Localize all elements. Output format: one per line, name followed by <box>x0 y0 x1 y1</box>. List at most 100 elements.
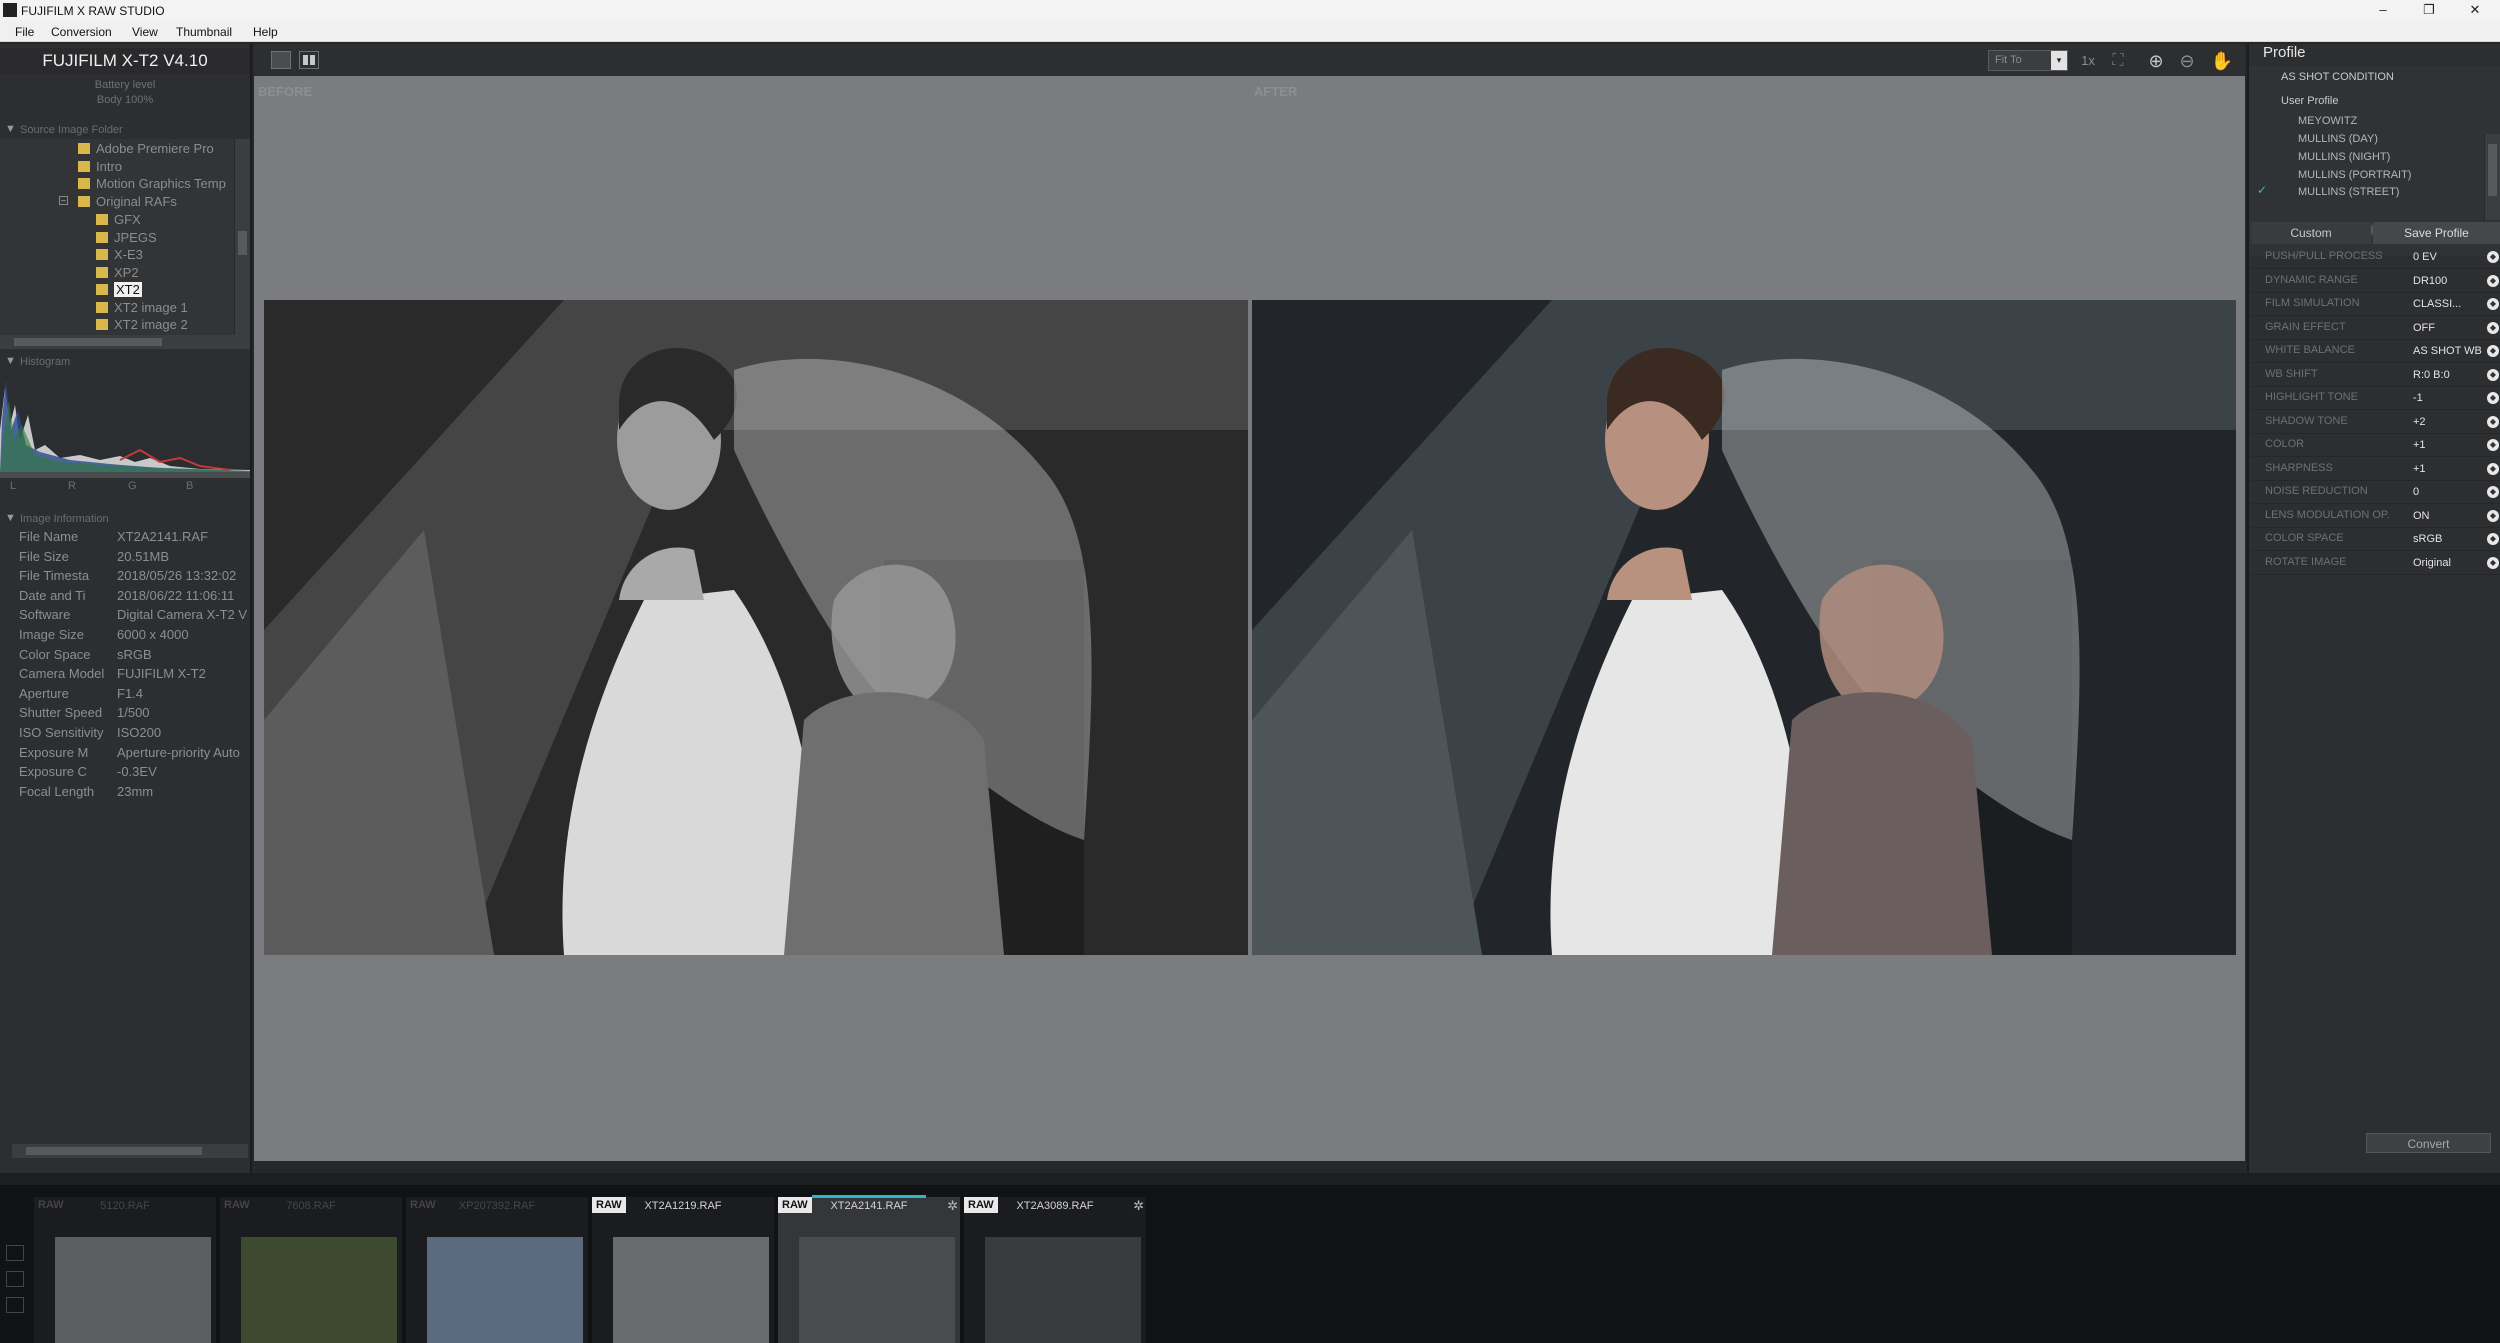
folder-item[interactable]: XP2 <box>96 265 139 281</box>
spinner-icon[interactable]: ◆ <box>2487 392 2499 404</box>
param-row[interactable]: WHITE BALANCE AS SHOT WB ◆ <box>2251 340 2500 363</box>
profile-item[interactable]: MULLINS (DAY) <box>2298 133 2378 145</box>
param-row[interactable]: SHARPNESS +1 ◆ <box>2251 458 2500 481</box>
param-row[interactable]: LENS MODULATION OP. ON ◆ <box>2251 505 2500 528</box>
spinner-icon[interactable]: ◆ <box>2487 439 2499 451</box>
spinner-icon[interactable]: ◆ <box>2487 368 2499 381</box>
param-row[interactable]: WB SHIFT R:0 B:0 ◆ <box>2251 364 2500 387</box>
convert-button[interactable]: Convert <box>2366 1133 2491 1153</box>
thumbnail-item[interactable]: RAW XT2A2141.RAF ✲ <box>778 1195 960 1343</box>
after-image[interactable] <box>1252 300 2236 955</box>
user-profile-header[interactable]: User Profile <box>2281 95 2338 107</box>
spinner-icon[interactable]: ◆ <box>2487 321 2499 334</box>
param-row[interactable]: NOISE REDUCTION 0 ◆ <box>2251 481 2500 504</box>
zoom-out-icon[interactable]: ⊖ <box>2175 49 2199 73</box>
grid-icon[interactable] <box>6 1297 24 1313</box>
gear-icon[interactable]: ✲ <box>947 1198 958 1214</box>
profile-item[interactable]: MULLINS (PORTRAIT) <box>2298 169 2411 181</box>
channel-label[interactable]: B <box>186 480 193 492</box>
param-row[interactable]: HIGHLIGHT TONE -1 ◆ <box>2251 387 2500 410</box>
param-value[interactable]: 0 <box>2413 486 2485 498</box>
folder-item[interactable]: Adobe Premiere Pro <box>78 141 214 157</box>
thumbnail-item[interactable]: RAW 7608.RAF <box>220 1197 402 1343</box>
spinner-icon[interactable]: ◆ <box>2487 415 2499 428</box>
zoom-in-icon[interactable]: ⊕ <box>2144 49 2168 73</box>
single-view-icon[interactable] <box>271 51 291 69</box>
fit-window-icon[interactable]: ⛶ <box>2106 49 2130 73</box>
param-row[interactable]: SHADOW TONE +2 ◆ <box>2251 411 2500 434</box>
param-value[interactable]: +1 <box>2413 463 2485 475</box>
thumbnail-item[interactable]: RAW XP207392.RAF <box>406 1197 588 1343</box>
spinner-icon[interactable]: ◆ <box>2487 251 2499 263</box>
folder-item-selected[interactable]: XT2 <box>96 282 142 298</box>
folder-item[interactable]: Motion Graphics Temp <box>78 176 226 192</box>
minimize-button[interactable]: – <box>2360 0 2406 21</box>
param-value[interactable]: DR100 <box>2413 275 2485 287</box>
spinner-icon[interactable]: ◆ <box>2487 533 2499 545</box>
spinner-icon[interactable]: ◆ <box>2487 509 2499 522</box>
folder-item[interactable]: Intro <box>78 159 122 175</box>
zoom-fit-select[interactable]: Fit To ▾ <box>1988 50 2068 71</box>
menu-help[interactable]: Help <box>253 25 278 39</box>
left-panel-scrollbar[interactable] <box>12 1144 248 1158</box>
param-value[interactable]: sRGB <box>2413 533 2485 545</box>
spinner-icon[interactable]: ◆ <box>2487 274 2499 287</box>
channel-label[interactable]: R <box>68 480 76 492</box>
before-image[interactable] <box>264 300 1248 955</box>
image-info-header[interactable]: ▼ Image Information <box>0 511 250 527</box>
spinner-icon[interactable]: ◆ <box>2487 486 2499 498</box>
profile-item[interactable]: MULLINS (NIGHT) <box>2298 151 2390 163</box>
param-value[interactable]: AS SHOT WB <box>2413 345 2485 357</box>
tree-vertical-scrollbar[interactable] <box>234 139 250 335</box>
filter-icon[interactable] <box>6 1271 24 1287</box>
channel-label[interactable]: G <box>128 480 137 492</box>
param-row[interactable]: GRAIN EFFECT OFF ◆ <box>2251 317 2500 340</box>
spinner-icon[interactable]: ◆ <box>2487 462 2499 475</box>
profile-item[interactable]: MULLINS (STREET) <box>2298 186 2399 198</box>
param-row[interactable]: COLOR SPACE sRGB ◆ <box>2251 528 2500 551</box>
param-value[interactable]: 0 EV <box>2413 251 2485 263</box>
tree-horizontal-scrollbar[interactable] <box>0 335 250 349</box>
sort-icon[interactable] <box>6 1245 24 1261</box>
param-row[interactable]: DYNAMIC RANGE DR100 ◆ <box>2251 270 2500 293</box>
folder-item[interactable]: X-E3 <box>96 247 143 263</box>
param-value[interactable]: -1 <box>2413 392 2485 404</box>
menu-file[interactable]: File <box>15 25 34 39</box>
restore-button[interactable]: ❐ <box>2406 0 2452 21</box>
spinner-icon[interactable]: ◆ <box>2487 298 2499 310</box>
folder-item[interactable]: JPEGS <box>96 230 157 246</box>
param-value[interactable]: +2 <box>2413 416 2485 428</box>
param-value[interactable]: ON <box>2413 510 2485 522</box>
spinner-icon[interactable]: ◆ <box>2487 556 2499 569</box>
menu-thumbnail[interactable]: Thumbnail <box>176 25 232 39</box>
thumbnail-item[interactable]: RAW 5120.RAF <box>34 1197 216 1343</box>
folder-item[interactable]: – Original RAFs <box>59 194 177 210</box>
param-value[interactable]: R:0 B:0 <box>2413 369 2485 381</box>
folder-item[interactable]: XT2 image 2 <box>96 317 188 333</box>
param-value[interactable]: Original <box>2413 557 2485 569</box>
histogram-header[interactable]: ▼ Histogram <box>0 354 250 370</box>
param-row[interactable]: FILM SIMULATION CLASSI... ◆ <box>2251 293 2500 316</box>
menu-view[interactable]: View <box>132 25 158 39</box>
close-button[interactable]: ✕ <box>2452 0 2498 21</box>
profile-as-shot[interactable]: AS SHOT CONDITION <box>2281 71 2394 83</box>
spinner-icon[interactable]: ◆ <box>2487 345 2499 357</box>
expand-toggle-icon[interactable]: – <box>59 196 68 205</box>
gear-icon[interactable]: ✲ <box>1133 1198 1144 1214</box>
param-row[interactable]: ROTATE IMAGE Original ◆ <box>2251 552 2500 575</box>
param-row[interactable]: COLOR +1 ◆ <box>2251 434 2500 457</box>
save-profile-tab[interactable]: Save Profile <box>2373 222 2500 244</box>
param-value[interactable]: CLASSI... <box>2413 298 2485 310</box>
source-folder-header[interactable]: ▼ Source Image Folder <box>0 122 250 138</box>
param-value[interactable]: OFF <box>2413 322 2485 334</box>
hand-tool-icon[interactable]: ✋ <box>2210 49 2234 73</box>
folder-item[interactable]: XT2 image 1 <box>96 300 188 316</box>
thumbnail-item[interactable]: RAW XT2A3089.RAF ✲ <box>964 1197 1146 1343</box>
folder-item[interactable]: GFX <box>96 212 141 228</box>
before-after-view-icon[interactable] <box>299 51 319 69</box>
custom-tab[interactable]: Custom <box>2251 222 2371 244</box>
profile-item[interactable]: MEYOWITZ <box>2298 115 2357 127</box>
profile-vertical-scrollbar[interactable] <box>2484 134 2500 220</box>
param-row[interactable]: PUSH/PULL PROCESS 0 EV ◆ <box>2251 246 2500 269</box>
param-value[interactable]: +1 <box>2413 439 2485 451</box>
